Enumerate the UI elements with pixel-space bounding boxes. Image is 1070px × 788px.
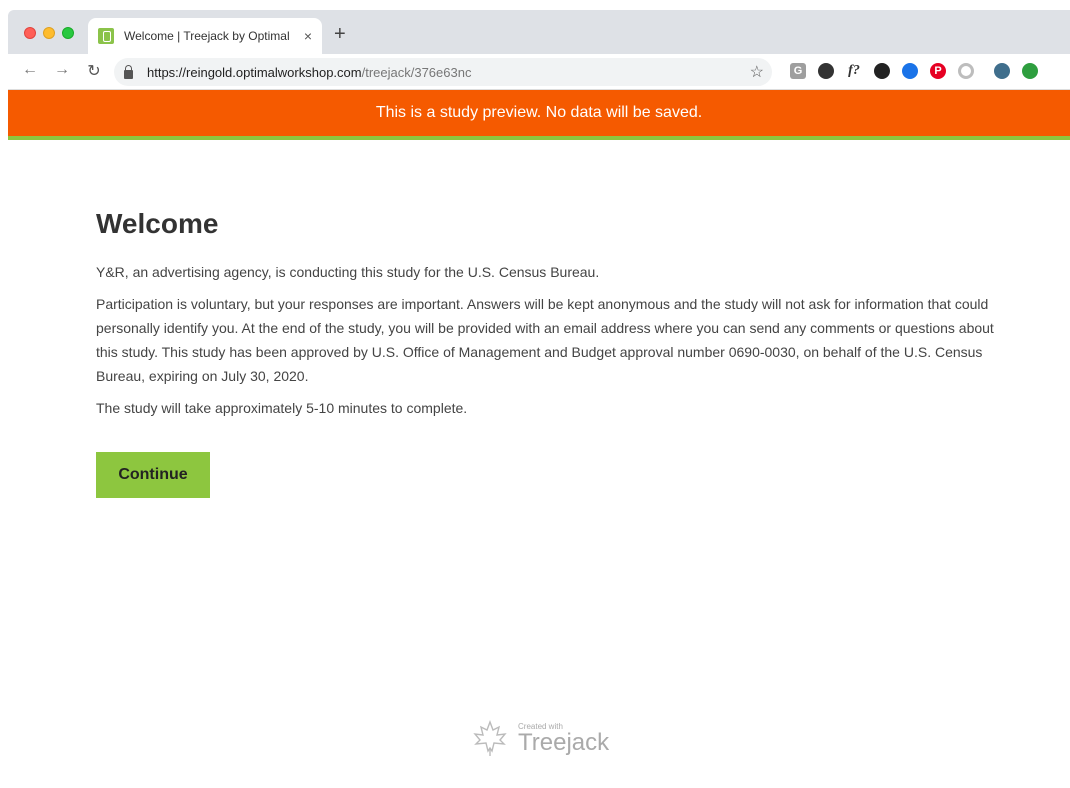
page-title: Welcome	[96, 208, 219, 239]
circle-icon[interactable]	[958, 63, 974, 79]
intro-paragraph: Y&R, an advertising agency, is conductin…	[96, 264, 600, 280]
pinterest-icon[interactable]: P	[930, 63, 946, 79]
participation-paragraph: Participation is voluntary, but your res…	[96, 296, 994, 384]
upload-icon[interactable]	[1022, 63, 1038, 79]
address-bar[interactable]: https://reingold.optimalworkshop.com/tre…	[114, 58, 772, 86]
close-tab-icon[interactable]: ×	[304, 28, 312, 44]
browser-toolbar: ← → ↻ https://reingold.optimalworkshop.c…	[8, 54, 1070, 90]
reload-icon[interactable]: ↻	[84, 61, 104, 81]
maple-leaf-icon	[473, 720, 507, 756]
minimize-window-icon[interactable]	[43, 27, 55, 39]
g-icon[interactable]: G	[790, 63, 806, 79]
new-tab-button[interactable]: +	[334, 24, 346, 44]
avatar-icon[interactable]	[994, 63, 1010, 79]
forward-arrow-icon[interactable]: →	[52, 61, 72, 79]
welcome-content: Welcome Y&R, an advertising agency, is c…	[96, 208, 996, 498]
preview-banner: This is a study preview. No data will be…	[8, 90, 1070, 136]
close-window-icon[interactable]	[24, 27, 36, 39]
url-text: https://reingold.optimalworkshop.com/tre…	[147, 65, 471, 80]
banner-divider	[8, 136, 1070, 140]
tab-title: Welcome | Treejack by Optimal	[124, 29, 290, 43]
drop-icon[interactable]	[818, 63, 834, 79]
treejack-favicon-icon	[98, 28, 114, 44]
preview-banner-text: This is a study preview. No data will be…	[375, 104, 703, 121]
lock-icon	[124, 64, 133, 79]
dial-icon[interactable]	[874, 63, 890, 79]
continue-button[interactable]: Continue	[96, 452, 210, 498]
fx-icon[interactable]: f?	[846, 63, 862, 79]
url-host: https://reingold.optimalworkshop.com	[147, 64, 362, 80]
treejack-brand: Treejack	[518, 728, 610, 756]
chrome-icon[interactable]	[902, 63, 918, 79]
duration-paragraph: The study will take approximately 5-10 m…	[96, 400, 468, 416]
url-path: /treejack/376e63nc	[361, 64, 472, 80]
maximize-window-icon[interactable]	[62, 27, 74, 39]
browser-tab-bar: Welcome | Treejack by Optimal × +	[8, 10, 1070, 54]
back-arrow-icon[interactable]: ←	[20, 61, 40, 79]
treejack-footer[interactable]: Created with Treejack	[470, 718, 609, 758]
browser-tab[interactable]: Welcome | Treejack by Optimal ×	[88, 18, 322, 54]
footer-text: Created with Treejack	[518, 722, 609, 755]
bookmark-star-icon[interactable]: ☆	[750, 62, 764, 82]
